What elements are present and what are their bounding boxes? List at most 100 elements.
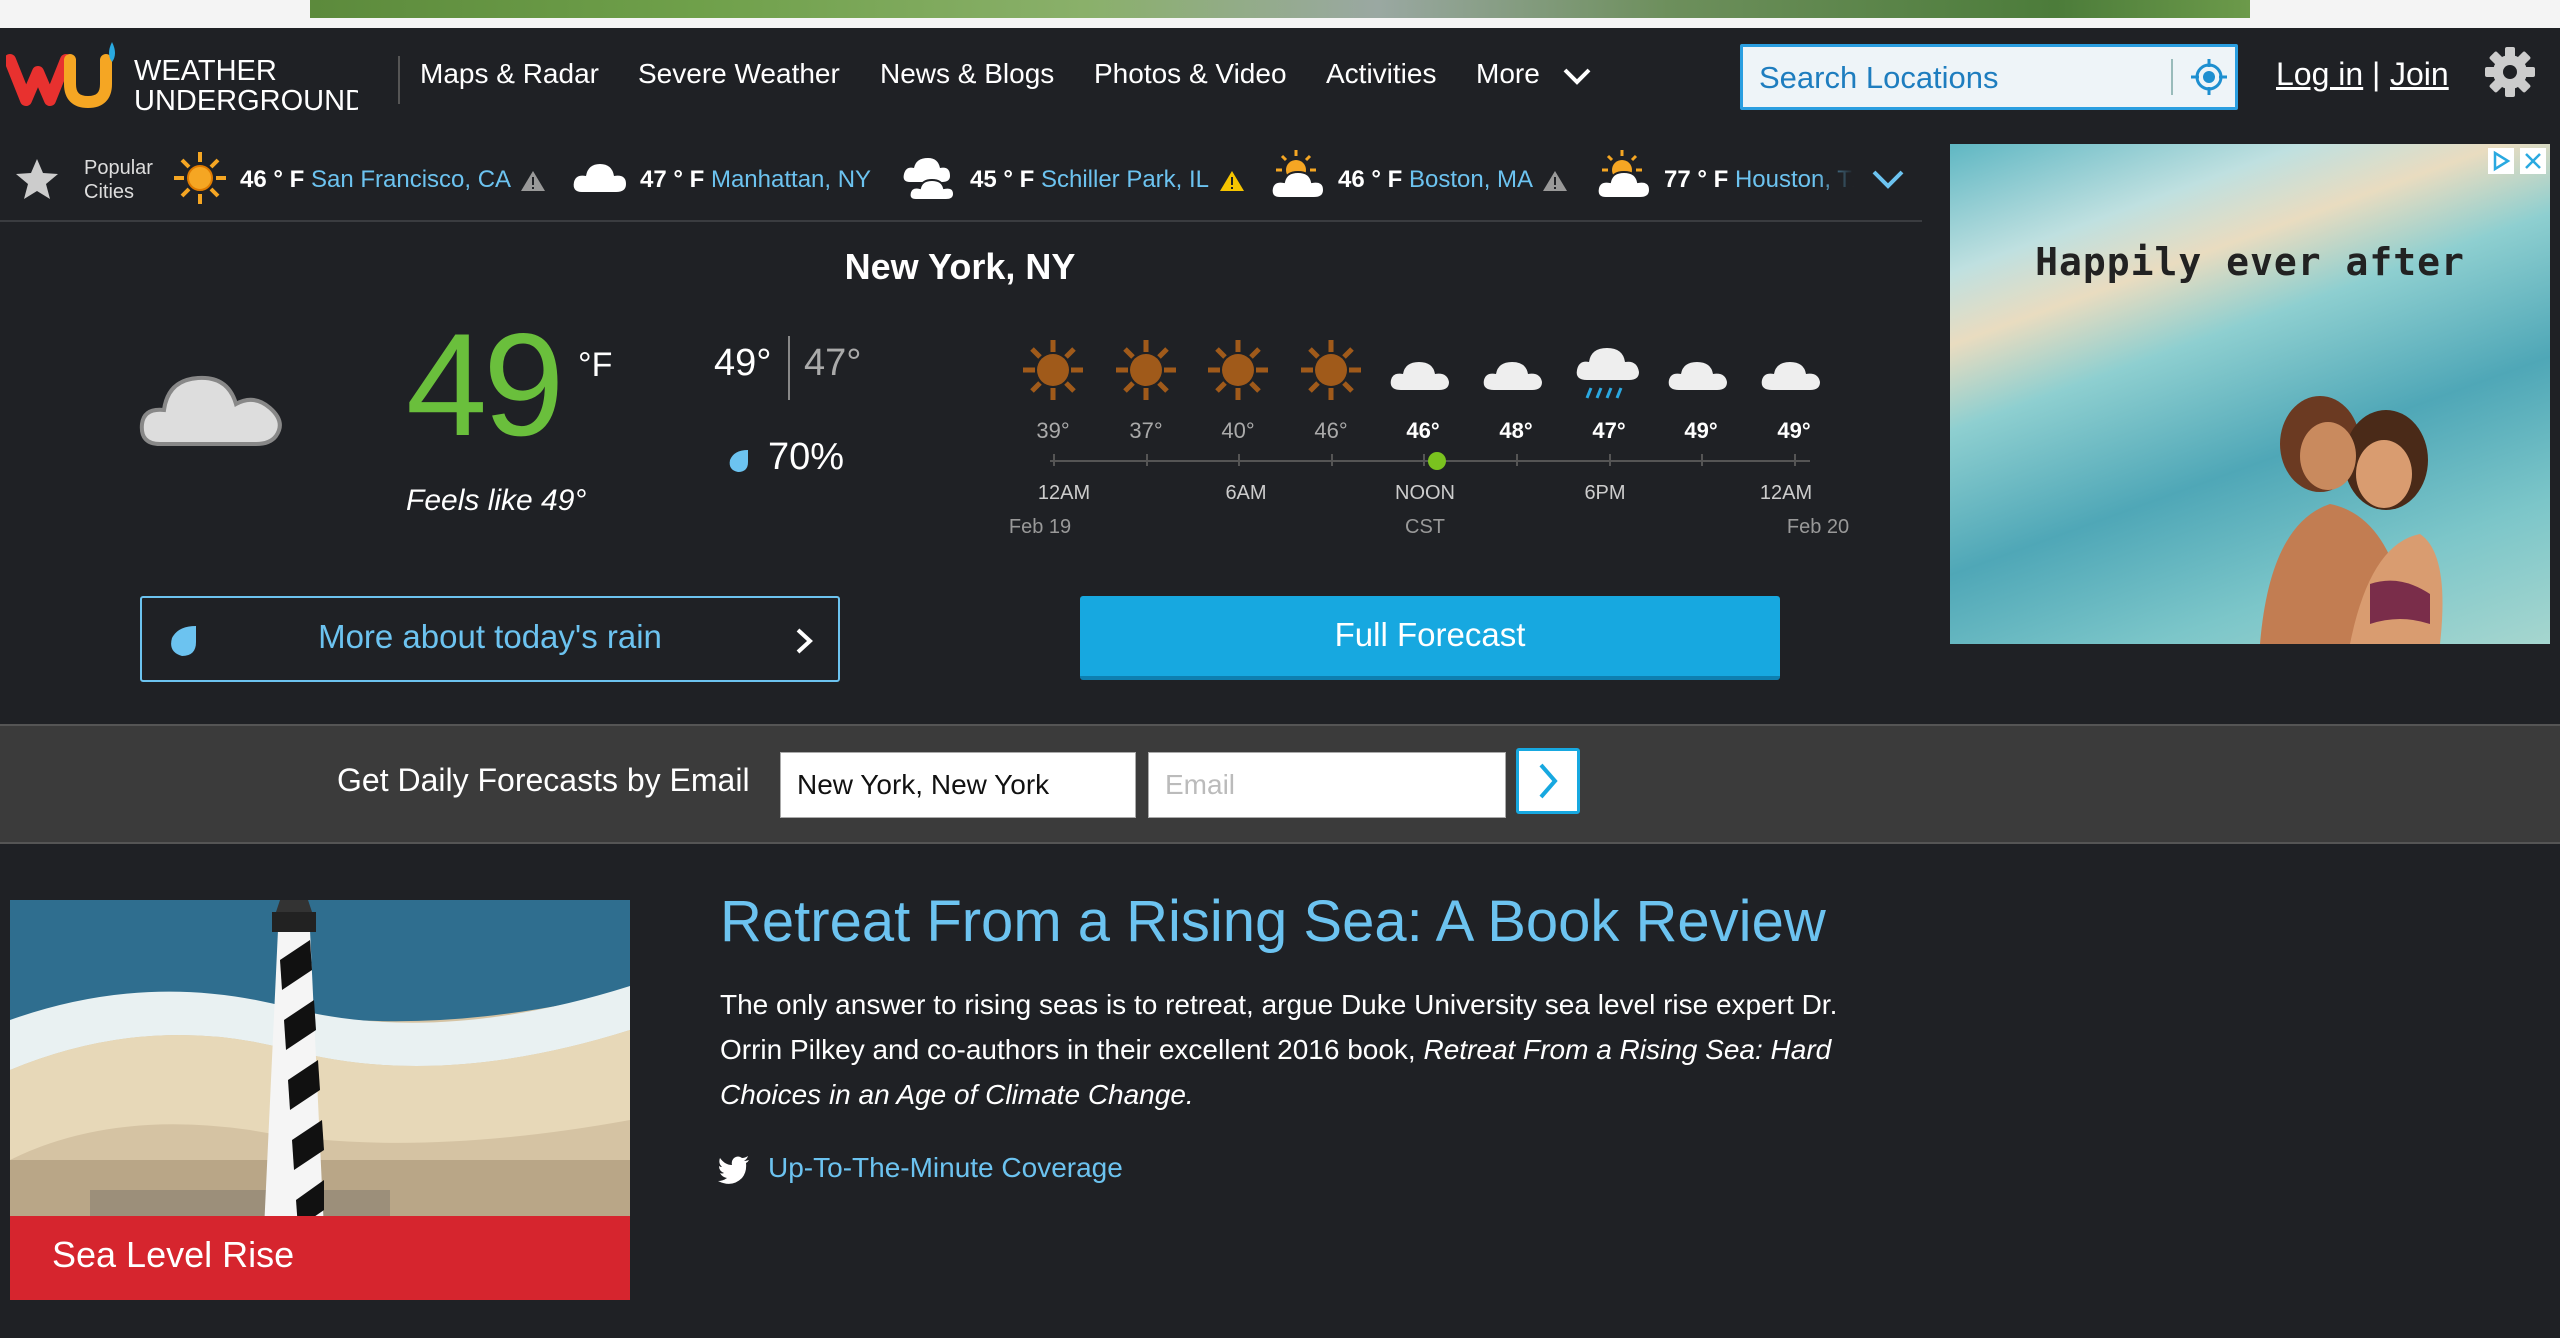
- current-time-marker: [1428, 452, 1446, 470]
- chevron-down-icon[interactable]: [1870, 164, 1906, 194]
- more-rain-button[interactable]: More about today's rain: [140, 596, 840, 682]
- more-rain-label: More about today's rain: [318, 618, 662, 655]
- nav-activities[interactable]: Activities: [1326, 58, 1436, 90]
- sun-icon: [1301, 340, 1361, 400]
- city-temp: 46 ° F: [240, 166, 305, 193]
- city-schiller-park[interactable]: 45 ° F Schiller Park, IL: [970, 166, 1245, 194]
- city-temp: 47 ° F: [640, 166, 705, 193]
- cloud-icon: [1668, 362, 1727, 390]
- temperature-unit[interactable]: °F: [578, 346, 612, 385]
- city-name: San Francisco, CA: [310, 166, 510, 193]
- chevron-down-icon: [1563, 68, 1590, 85]
- city-boston[interactable]: 46 ° F Boston, MA: [1338, 166, 1568, 194]
- sun-icon: [1116, 340, 1176, 400]
- twitter-icon: [718, 1156, 749, 1184]
- hourly-temp: 46°: [1314, 418, 1348, 443]
- login-link[interactable]: Log in: [2276, 56, 2363, 93]
- nav-maps-radar[interactable]: Maps & Radar: [420, 58, 599, 90]
- cloudy-icon: [573, 164, 626, 192]
- raindrop-icon: [729, 450, 748, 472]
- full-forecast-label: Full Forecast: [1334, 616, 1526, 653]
- top-ad-banner[interactable]: [310, 0, 2250, 18]
- nav-news-blogs[interactable]: News & Blogs: [880, 58, 1054, 90]
- search-input[interactable]: [1757, 57, 2151, 99]
- email-signup-label: Get Daily Forecasts by Email: [337, 762, 750, 798]
- logo-line1: WEATHER: [134, 55, 277, 87]
- hourly-temp: 46°: [1406, 418, 1440, 443]
- city-name: Schiller Park, IL: [1040, 166, 1209, 193]
- hour-label: 12AM: [1037, 482, 1091, 504]
- coverage-link[interactable]: Up-To-The-Minute Coverage: [768, 1152, 1123, 1184]
- partly-cloudy-icon: [1270, 150, 1326, 199]
- date-label: Feb 20: [1786, 516, 1850, 538]
- hourly-temp: 47°: [1592, 418, 1626, 443]
- close-icon[interactable]: [2520, 148, 2546, 174]
- logo-line2: UNDERGROUND: [134, 85, 358, 117]
- high-temp: 49°: [714, 342, 772, 384]
- sun-icon: [1023, 340, 1083, 400]
- location-title: New York, NY: [844, 246, 1076, 287]
- nav-photos-video[interactable]: Photos & Video: [1094, 58, 1287, 90]
- alert-icon: [521, 170, 546, 191]
- nav-severe-weather[interactable]: Severe Weather: [638, 58, 840, 90]
- city-temp: 77 ° F: [1664, 166, 1729, 193]
- sun-icon: [1208, 340, 1268, 400]
- sunny-icon: [174, 152, 226, 204]
- search-box: [1740, 44, 2238, 110]
- ad-text: Happily ever after: [2035, 240, 2465, 284]
- article-title-link[interactable]: Retreat From a Rising Sea: A Book Review: [720, 888, 1826, 955]
- hourly-temp: 37°: [1129, 418, 1163, 443]
- mostly-cloudy-icon: [903, 158, 956, 201]
- timezone-label: CST: [1405, 516, 1445, 538]
- cloud-icon: [1390, 362, 1449, 390]
- city-name: Manhattan, NY: [710, 166, 872, 193]
- cloud-icon: [1761, 362, 1820, 390]
- city-manhattan[interactable]: 47 ° F Manhattan, NY: [640, 166, 871, 194]
- hourly-temp: 49°: [1684, 418, 1718, 443]
- date-label: Feb 19: [1008, 516, 1072, 538]
- wu-logo[interactable]: WEATHER UNDERGROUND: [6, 38, 358, 122]
- gear-icon[interactable]: [2482, 44, 2538, 100]
- city-san-francisco[interactable]: 46 ° F San Francisco, CA: [240, 166, 546, 194]
- hour-label: 6PM: [1584, 482, 1626, 504]
- rain-icon: [1576, 348, 1639, 399]
- star-icon: [16, 159, 58, 199]
- low-temp: 47°: [804, 342, 862, 384]
- cloud-icon: [139, 375, 282, 446]
- login-separator: |: [2372, 56, 2381, 92]
- current-temperature: 49: [406, 303, 564, 466]
- partly-cloudy-icon: [1596, 150, 1652, 199]
- popular-cities-label: Popular Cities: [84, 157, 153, 203]
- alert-icon: [1219, 170, 1244, 191]
- ad-choices-icon[interactable]: [2488, 148, 2514, 174]
- ad-banner[interactable]: Happily ever after: [1950, 144, 2550, 644]
- hourly-temp: 49°: [1777, 418, 1811, 443]
- feels-like: Feels like 49°: [406, 484, 587, 517]
- article-summary: The only answer to rising seas is to ret…: [720, 982, 1880, 1117]
- precip-chance: 70%: [768, 436, 845, 478]
- nav-more-label: More: [1476, 58, 1540, 89]
- alert-icon: [1543, 170, 1568, 191]
- hilo-divider: [788, 336, 790, 400]
- full-forecast-button[interactable]: Full Forecast: [1080, 596, 1780, 680]
- ad-couple-image: [2260, 396, 2443, 644]
- chevron-right-icon: [1539, 763, 1558, 799]
- email-field[interactable]: [1148, 752, 1506, 818]
- email-submit-button[interactable]: [1516, 748, 1580, 814]
- hour-label: 6AM: [1225, 482, 1267, 504]
- search-separator: [2171, 59, 2173, 95]
- chevron-right-icon: [796, 628, 813, 654]
- hourly-temp: 48°: [1499, 418, 1533, 443]
- city-houston[interactable]: 77 ° F Houston, TX: [1664, 166, 1854, 194]
- join-link[interactable]: Join: [2390, 56, 2449, 93]
- article-category-label: Sea Level Rise: [52, 1234, 295, 1275]
- nav-more[interactable]: More: [1476, 58, 1592, 90]
- hourly-temp: 40°: [1221, 418, 1255, 443]
- city-temp: 45 ° F: [970, 166, 1035, 193]
- hourly-temp: 39°: [1036, 418, 1070, 443]
- nav-divider: [398, 56, 400, 104]
- locate-icon[interactable]: [2189, 57, 2229, 97]
- location-field[interactable]: [780, 752, 1136, 818]
- hour-label: 12AM: [1759, 482, 1813, 504]
- city-temp: 46 ° F: [1338, 166, 1403, 193]
